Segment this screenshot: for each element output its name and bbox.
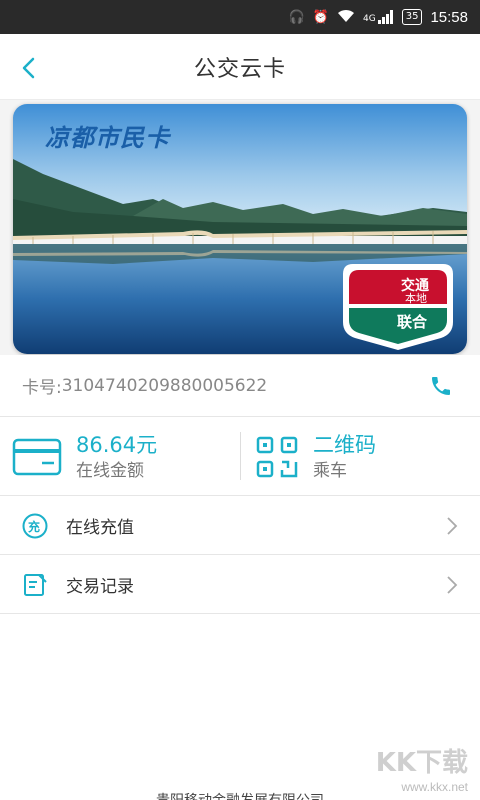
qr-code-cell[interactable]: 二维码 乘车 (255, 418, 480, 496)
balance-label: 在线金额 (76, 461, 144, 481)
card-number-value: 3104740209880005622 (61, 375, 268, 396)
page-title: 公交云卡 (193, 56, 286, 82)
balance-value: 86.64元 (76, 433, 158, 457)
qr-code-sub: 乘车 (313, 461, 347, 481)
menu-item-label: 在线充值 (66, 518, 134, 538)
watermark: KK下载 www.kkx.net (376, 742, 468, 794)
card-number-row: 卡号: 3104740209880005622 (0, 355, 480, 417)
signal-icon: 4G (363, 10, 394, 24)
menu-item-transactions[interactable]: 交易记录 (0, 556, 480, 614)
card-name: 凉都市民卡 (45, 124, 170, 152)
badge-text-union: 联合 (397, 313, 428, 331)
back-button[interactable] (8, 48, 48, 88)
chevron-left-icon (22, 57, 35, 79)
phone-icon (432, 377, 450, 395)
watermark-url: www.kkx.net (401, 780, 468, 794)
battery-icon: 35 (401, 9, 423, 25)
status-bar: 🎧 ⏰ 4G 35 15:58 (0, 0, 480, 34)
watermark-logo: KK下载 (375, 748, 468, 778)
network-type: 4G (363, 14, 376, 24)
wifi-icon (337, 9, 355, 26)
card-area: 交通 本地 联合 凉都市民卡 (0, 100, 480, 355)
menu-item-recharge[interactable]: 充 在线充值 (0, 497, 480, 555)
balance-cell[interactable]: 86.64元 在线金额 (12, 418, 237, 496)
qr-code-label: 二维码 (313, 433, 376, 457)
app-bar: 公交云卡 (0, 34, 480, 100)
card-number-label: 卡号: (22, 378, 62, 398)
records-icon (24, 573, 47, 596)
info-divider (240, 432, 241, 480)
svg-text:充: 充 (28, 519, 40, 534)
headset-icon: 🎧 (288, 9, 305, 25)
transit-card-image: 交通 本地 联合 凉都市民卡 (13, 104, 467, 354)
badge-text-local: 本地 (405, 291, 427, 305)
info-row: 86.64元 在线金额 二维码 乘车 (0, 418, 480, 496)
chevron-right-icon (447, 576, 458, 594)
chevron-right-icon (447, 517, 458, 535)
alarm-icon: ⏰ (312, 9, 330, 25)
bank-card-icon (12, 438, 62, 476)
recharge-icon: 充 (22, 513, 48, 538)
qr-code-icon (256, 436, 298, 478)
menu-item-label: 交易记录 (66, 577, 134, 597)
clock-time: 15:58 (430, 8, 468, 26)
phone-button[interactable] (426, 371, 456, 401)
